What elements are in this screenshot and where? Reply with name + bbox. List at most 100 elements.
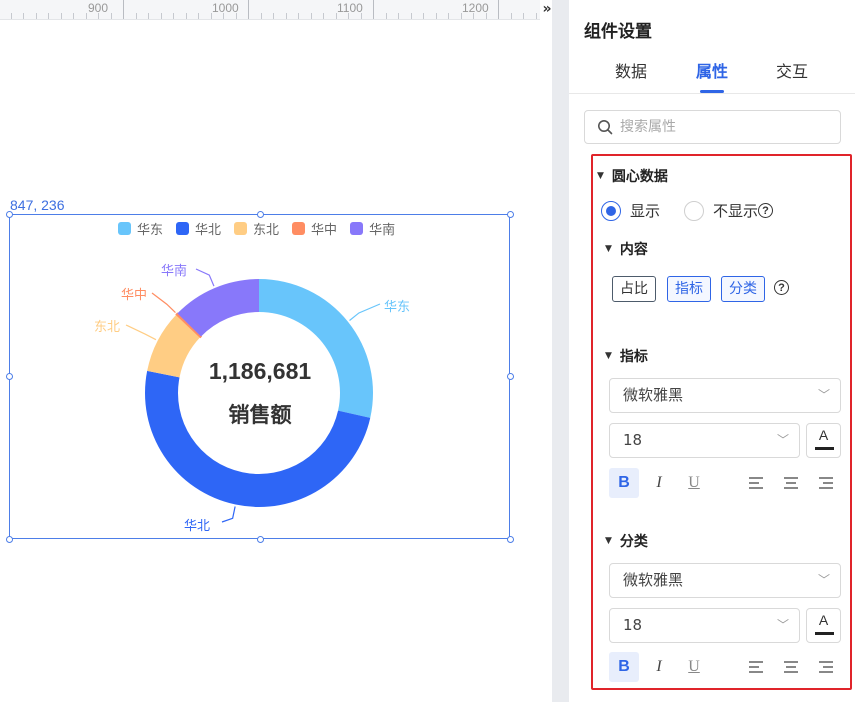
ruler-tick: [10, 13, 12, 19]
category-italic-button[interactable]: I: [644, 652, 674, 682]
search-input[interactable]: [620, 119, 820, 135]
panel-divider[interactable]: [552, 0, 569, 702]
ruler-tick: [98, 13, 99, 19]
font-color-icon: A: [818, 612, 829, 628]
align-left-icon[interactable]: [749, 477, 763, 489]
section-category[interactable]: ▼ 分类: [605, 531, 648, 551]
category-size-value: 18: [623, 616, 643, 634]
metric-bold-button[interactable]: B: [609, 468, 639, 498]
resize-handle-top-right[interactable]: [507, 211, 514, 218]
ruler-tick: [35, 13, 37, 19]
legend-item[interactable]: 华中: [292, 219, 337, 238]
legend-item[interactable]: 华南: [350, 219, 395, 238]
content-tag-metric[interactable]: 指标: [667, 276, 711, 302]
legend-item[interactable]: 华北: [176, 219, 221, 238]
slice-label-north: 华北: [184, 519, 211, 534]
caret-down-icon: ▼: [605, 244, 612, 254]
ruler-tick: [448, 13, 449, 19]
legend-label: 华东: [137, 223, 164, 238]
ruler-tick: [148, 13, 149, 19]
legend-swatch: [118, 222, 131, 235]
legend-swatch: [234, 222, 248, 235]
align-left-icon[interactable]: [749, 661, 763, 673]
help-icon[interactable]: ?: [758, 203, 774, 218]
property-search[interactable]: [584, 110, 841, 144]
category-underline-button[interactable]: U: [679, 652, 709, 682]
caret-down-icon: ▼: [597, 171, 604, 181]
ruler-tick: [60, 13, 62, 19]
resize-handle-top-left[interactable]: [6, 211, 13, 218]
category-font-select[interactable]: 微软雅黑 ﹀: [609, 563, 841, 598]
align-right-icon[interactable]: [819, 477, 833, 489]
legend-label: 华北: [195, 223, 222, 238]
donut-center-value: 1,186,681: [208, 358, 312, 384]
category-bold-button[interactable]: B: [609, 652, 639, 682]
category-font-value: 微软雅黑: [623, 571, 684, 589]
align-center-icon[interactable]: [784, 477, 798, 489]
section-title: 分类: [619, 534, 648, 550]
metric-font-select[interactable]: 微软雅黑 ﹀: [609, 378, 841, 413]
chevron-down-icon: ﹀: [817, 573, 830, 587]
resize-handle-bottom-right[interactable]: [507, 536, 514, 543]
ruler-tick: [110, 13, 112, 19]
resize-handle-bottom[interactable]: [257, 536, 264, 543]
ruler-tick: [510, 13, 512, 19]
ruler-tick: [48, 13, 49, 19]
section-title: 内容: [619, 242, 648, 258]
ruler-tick: [123, 0, 124, 19]
slice-label-east: 华东: [384, 300, 411, 315]
metric-font-color-button[interactable]: A: [806, 423, 841, 458]
panel-title: 组件设置: [584, 22, 652, 42]
tab-data[interactable]: 数据: [615, 58, 647, 82]
help-icon[interactable]: ?: [774, 280, 789, 295]
metric-underline-button[interactable]: U: [679, 468, 709, 498]
ruler-tick: [423, 13, 424, 19]
ruler-tick: [135, 13, 137, 19]
legend-item[interactable]: 东北: [234, 219, 279, 238]
horizontal-ruler: 900 1000 1100 1200: [0, 0, 540, 20]
slice-label-central: 华中: [121, 288, 148, 303]
legend-label: 东北: [253, 223, 280, 238]
content-tag-ratio[interactable]: 占比: [612, 276, 656, 302]
ruler-tick: [273, 13, 274, 19]
resize-handle-left[interactable]: [6, 373, 13, 380]
resize-handle-top[interactable]: [257, 211, 264, 218]
ruler-tick: [485, 13, 487, 19]
position-readout: 847, 236: [10, 197, 65, 213]
metric-size-select[interactable]: 18 ﹀: [609, 423, 800, 458]
caret-down-icon: ▼: [605, 351, 612, 361]
design-canvas[interactable]: 900 1000 1100 1200 » 847, 236 华东 华北 东北 华…: [0, 0, 552, 702]
metric-italic-button[interactable]: I: [644, 468, 674, 498]
radio-show-label: 显示: [630, 202, 661, 220]
legend-item[interactable]: 华东: [118, 219, 163, 238]
section-center-data[interactable]: ▼ 圆心数据: [597, 166, 668, 186]
align-center-icon[interactable]: [784, 661, 798, 673]
ruler-tick: [85, 13, 87, 19]
resize-handle-right[interactable]: [507, 373, 514, 380]
category-font-color-button[interactable]: A: [806, 608, 841, 643]
align-right-icon[interactable]: [819, 661, 833, 673]
chevron-down-icon: ﹀: [776, 433, 789, 447]
ruler-tick: [398, 13, 399, 19]
ruler-tick: [310, 13, 312, 19]
chart-legend: 华东 华北 东北 华中 华南: [118, 219, 395, 238]
legend-swatch: [176, 222, 190, 235]
content-tag-category[interactable]: 分类: [721, 276, 765, 302]
radio-show[interactable]: [601, 200, 621, 221]
settings-tabs: 数据 属性 交互: [569, 54, 855, 94]
ruler-tick: [248, 0, 249, 19]
ruler-tick: [360, 13, 362, 19]
tab-properties[interactable]: 属性: [696, 58, 728, 82]
donut-center-label: 销售额: [228, 403, 292, 427]
radio-hide[interactable]: [684, 200, 705, 221]
tab-interaction[interactable]: 交互: [776, 58, 808, 82]
section-content[interactable]: ▼ 内容: [605, 239, 648, 259]
ruler-tick: [298, 13, 299, 19]
ruler-tick: [385, 13, 387, 19]
section-metric[interactable]: ▼ 指标: [605, 346, 648, 366]
search-icon: [598, 120, 613, 135]
font-color-icon: A: [818, 427, 829, 443]
category-size-select[interactable]: 18 ﹀: [609, 608, 800, 643]
ruler-tick: [498, 0, 499, 19]
resize-handle-bottom-left[interactable]: [6, 536, 13, 543]
